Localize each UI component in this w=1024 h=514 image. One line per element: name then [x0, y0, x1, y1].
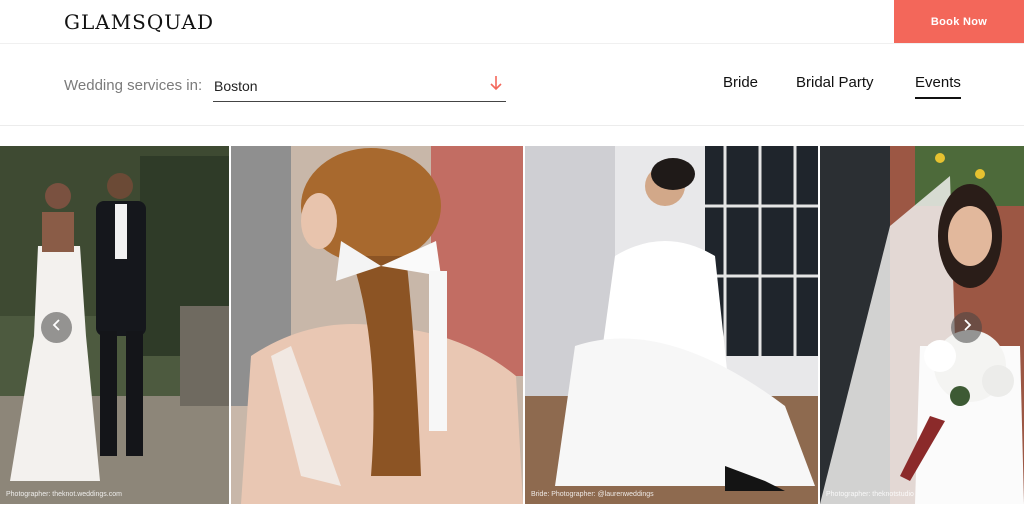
brand-logo[interactable]: GLAMSQUAD: [64, 10, 214, 34]
photo-credit: Photographer: theknot.weddings.com: [6, 491, 122, 498]
filter-bar: Wedding services in: Boston Bride Bridal…: [0, 44, 1024, 126]
bride-and-groom-photo: Photographer: theknot.weddings.com: [0, 146, 229, 504]
bride-with-bouquet-photo: Photographer: theknotstudio: [820, 146, 1024, 504]
tab-events[interactable]: Events: [915, 74, 961, 99]
bride-ribbon-hairstyle-photo: [231, 146, 523, 504]
chevron-left-icon: [51, 318, 63, 337]
tab-bridal-party[interactable]: Bridal Party: [796, 74, 874, 97]
service-tabs: Bride Bridal Party Events: [0, 74, 1024, 104]
photo-credit: Photographer: theknotstudio: [826, 491, 914, 498]
carousel-prev-button[interactable]: [41, 312, 72, 343]
photo-gallery: Photographer: theknot.weddings.com Bride…: [0, 146, 1024, 504]
chevron-right-icon: [961, 318, 973, 337]
photo-credit: Bride: Photographer: @laurenweddings: [531, 491, 654, 498]
bride-seated-photo: Bride: Photographer: @laurenweddings: [525, 146, 818, 504]
tab-bride[interactable]: Bride: [723, 74, 758, 97]
carousel-next-button[interactable]: [951, 312, 982, 343]
book-now-button[interactable]: Book Now: [894, 0, 1024, 43]
top-header: GLAMSQUAD Book Now: [0, 0, 1024, 44]
